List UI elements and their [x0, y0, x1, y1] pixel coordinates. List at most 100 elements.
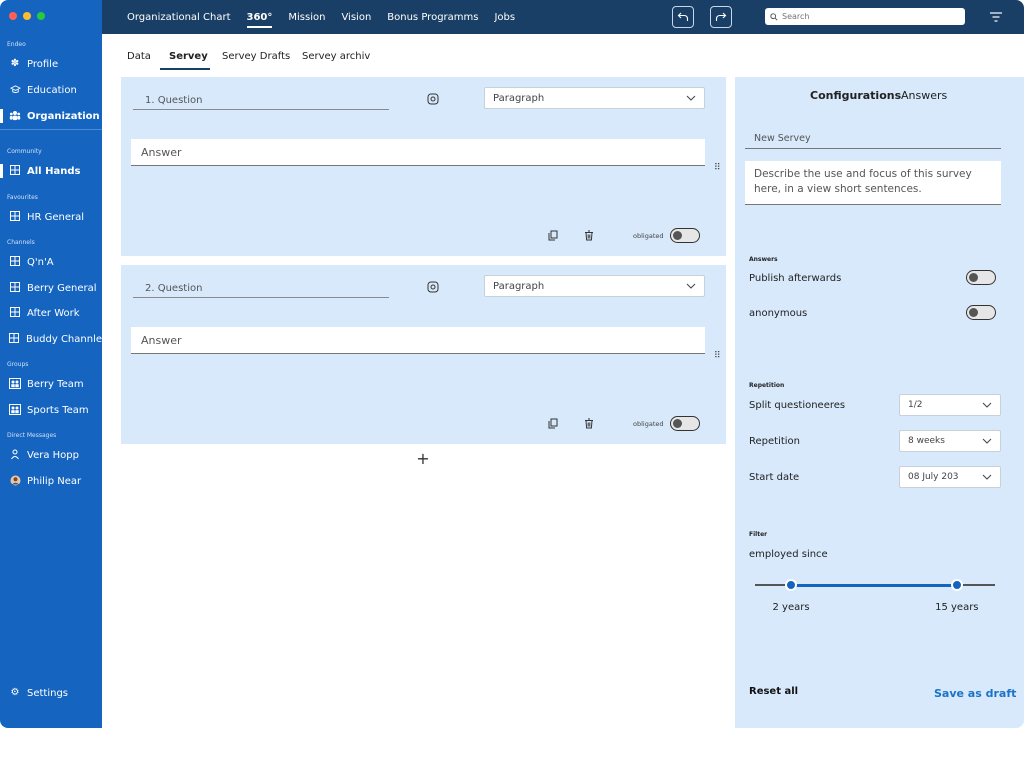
- filter-section-label: Filter: [749, 531, 768, 538]
- maximize-window-button[interactable]: [37, 12, 45, 20]
- sidebar-item-berry-team[interactable]: Berry Team: [0, 374, 102, 394]
- tab-servey[interactable]: Servey: [169, 51, 208, 62]
- survey-title-field[interactable]: New Servey: [745, 127, 1001, 149]
- sidebar-item-buddy-channle[interactable]: Buddy Channle: [0, 329, 102, 349]
- question-type-select[interactable]: Paragraph: [484, 275, 705, 297]
- trash-icon[interactable]: [584, 230, 596, 242]
- tab-answers[interactable]: Answers: [901, 89, 947, 102]
- start-date-label: Start date: [749, 472, 800, 483]
- tab-configurations[interactable]: Configurations: [810, 89, 901, 102]
- sidebar-item-label: After Work: [27, 307, 80, 319]
- publish-afterwards-toggle[interactable]: [966, 270, 996, 285]
- image-icon[interactable]: [427, 93, 439, 105]
- top-nav-item-360[interactable]: 360°: [246, 7, 273, 28]
- sidebar-item-label: Education: [27, 84, 77, 96]
- answer-field[interactable]: Answer: [131, 327, 705, 354]
- trash-icon[interactable]: [584, 418, 596, 430]
- image-icon[interactable]: [427, 281, 439, 293]
- sidebar-section-groups: Groups: [7, 361, 29, 368]
- sidebar-item-education[interactable]: Education: [0, 80, 102, 100]
- sidebar-item-philip-near[interactable]: Philip Near: [0, 471, 102, 491]
- sidebar-item-label: Profile: [27, 58, 59, 70]
- sidebar-item-label: Buddy Channle: [25, 333, 102, 345]
- anonymous-toggle[interactable]: [966, 305, 996, 320]
- copy-icon[interactable]: [548, 418, 560, 430]
- redo-button[interactable]: [710, 6, 732, 28]
- question-card: 1. Question Paragraph Answer ⠿ obligated: [121, 77, 726, 256]
- close-window-button[interactable]: [9, 12, 17, 20]
- sidebar-item-label: Sports Team: [27, 404, 89, 416]
- sidebar-item-hr-general[interactable]: HR General: [0, 207, 102, 227]
- reset-all-button[interactable]: Reset all: [749, 686, 798, 697]
- start-date-select[interactable]: 08 July 203: [899, 466, 1001, 488]
- board-icon: [9, 165, 21, 177]
- tab-servey-archiv[interactable]: Servey archiv: [302, 51, 370, 62]
- sidebar-item-all-hands[interactable]: All Hands: [0, 161, 102, 181]
- sidebar-item-berry-general[interactable]: Berry General: [0, 278, 102, 298]
- tab-servey-drafts[interactable]: Servey Drafts: [222, 51, 290, 62]
- app-window: Endeo ✽ Profile Education Organization C…: [0, 0, 1024, 728]
- search-icon: [770, 12, 778, 21]
- sidebar-item-vera-hopp[interactable]: Vera Hopp: [0, 445, 102, 465]
- sidebar-item-profile[interactable]: ✽ Profile: [0, 54, 102, 74]
- sidebar-item-after-work[interactable]: After Work: [0, 303, 102, 323]
- sidebar-item-sports-team[interactable]: Sports Team: [0, 400, 102, 420]
- board-icon: [9, 282, 21, 294]
- question-type-value: Paragraph: [493, 92, 545, 104]
- chevron-down-icon: [982, 402, 992, 408]
- question-card: 2. Question Paragraph Answer ⠿ obligated: [121, 265, 726, 444]
- split-value: 1/2: [908, 400, 923, 410]
- top-nav: Organizational Chart 360° Mission Vision…: [127, 0, 531, 34]
- tab-data[interactable]: Data: [127, 51, 151, 62]
- top-nav-item-mission[interactable]: Mission: [288, 12, 325, 23]
- drag-handle-icon[interactable]: ⠿: [714, 163, 722, 173]
- survey-description-field[interactable]: Describe the use and focus of this surve…: [745, 161, 1001, 205]
- gear-icon: ⚙: [10, 687, 20, 698]
- sidebar-item-settings[interactable]: ⚙ Settings: [0, 683, 102, 703]
- top-nav-item-vision[interactable]: Vision: [341, 12, 371, 23]
- sidebar: Endeo ✽ Profile Education Organization C…: [0, 0, 102, 728]
- sidebar-divider: [0, 129, 102, 130]
- repetition-section-label: Repetition: [749, 382, 785, 389]
- chevron-down-icon: [982, 438, 992, 444]
- search-input[interactable]: [782, 12, 952, 21]
- active-tab-indicator: [160, 68, 210, 70]
- sidebar-item-organization[interactable]: Organization: [0, 106, 102, 126]
- undo-button[interactable]: [672, 6, 694, 28]
- obligated-toggle[interactable]: [670, 228, 700, 243]
- repetition-select[interactable]: 8 weeks: [899, 430, 1001, 452]
- redo-icon: [715, 12, 727, 21]
- add-question-button[interactable]: +: [416, 451, 430, 467]
- slider-min-value: 2 years: [772, 602, 810, 613]
- anonymous-label: anonymous: [749, 308, 808, 319]
- obligated-toggle[interactable]: [670, 416, 700, 431]
- answer-field[interactable]: Answer: [131, 139, 705, 166]
- sidebar-section-dm: Direct Messages: [7, 432, 57, 439]
- chevron-down-icon: [686, 95, 696, 101]
- repetition-label: Repetition: [749, 436, 801, 447]
- slider-min-handle[interactable]: [785, 579, 797, 591]
- sidebar-org-label: Endeo: [7, 41, 26, 48]
- drag-handle-icon[interactable]: ⠿: [714, 351, 722, 361]
- copy-icon[interactable]: [548, 230, 560, 242]
- question-title-field[interactable]: 2. Question: [133, 277, 389, 298]
- save-as-draft-button[interactable]: Save as draft: [934, 687, 1016, 700]
- sidebar-item-label: All Hands: [27, 165, 81, 177]
- slider-max-handle[interactable]: [950, 579, 963, 591]
- sidebar-item-label: Berry General: [27, 282, 97, 294]
- toggle-knob: [969, 273, 978, 282]
- top-nav-item-jobs[interactable]: Jobs: [494, 12, 515, 23]
- question-title-field[interactable]: 1. Question: [133, 89, 389, 110]
- top-nav-item-bonus[interactable]: Bonus Programms: [387, 12, 478, 23]
- toggle-knob: [673, 231, 682, 240]
- question-type-select[interactable]: Paragraph: [484, 87, 705, 109]
- obligated-label: obligated: [633, 420, 664, 428]
- sidebar-item-qna[interactable]: Q'n'A: [0, 252, 102, 272]
- top-nav-item-org-chart[interactable]: Organizational Chart: [127, 12, 231, 23]
- split-questioneeres-select[interactable]: 1/2: [899, 394, 1001, 416]
- filter-button[interactable]: [989, 10, 1003, 24]
- toggle-knob: [969, 308, 978, 317]
- employed-since-slider-range: [791, 584, 957, 587]
- search-box[interactable]: [765, 8, 965, 25]
- minimize-window-button[interactable]: [23, 12, 31, 20]
